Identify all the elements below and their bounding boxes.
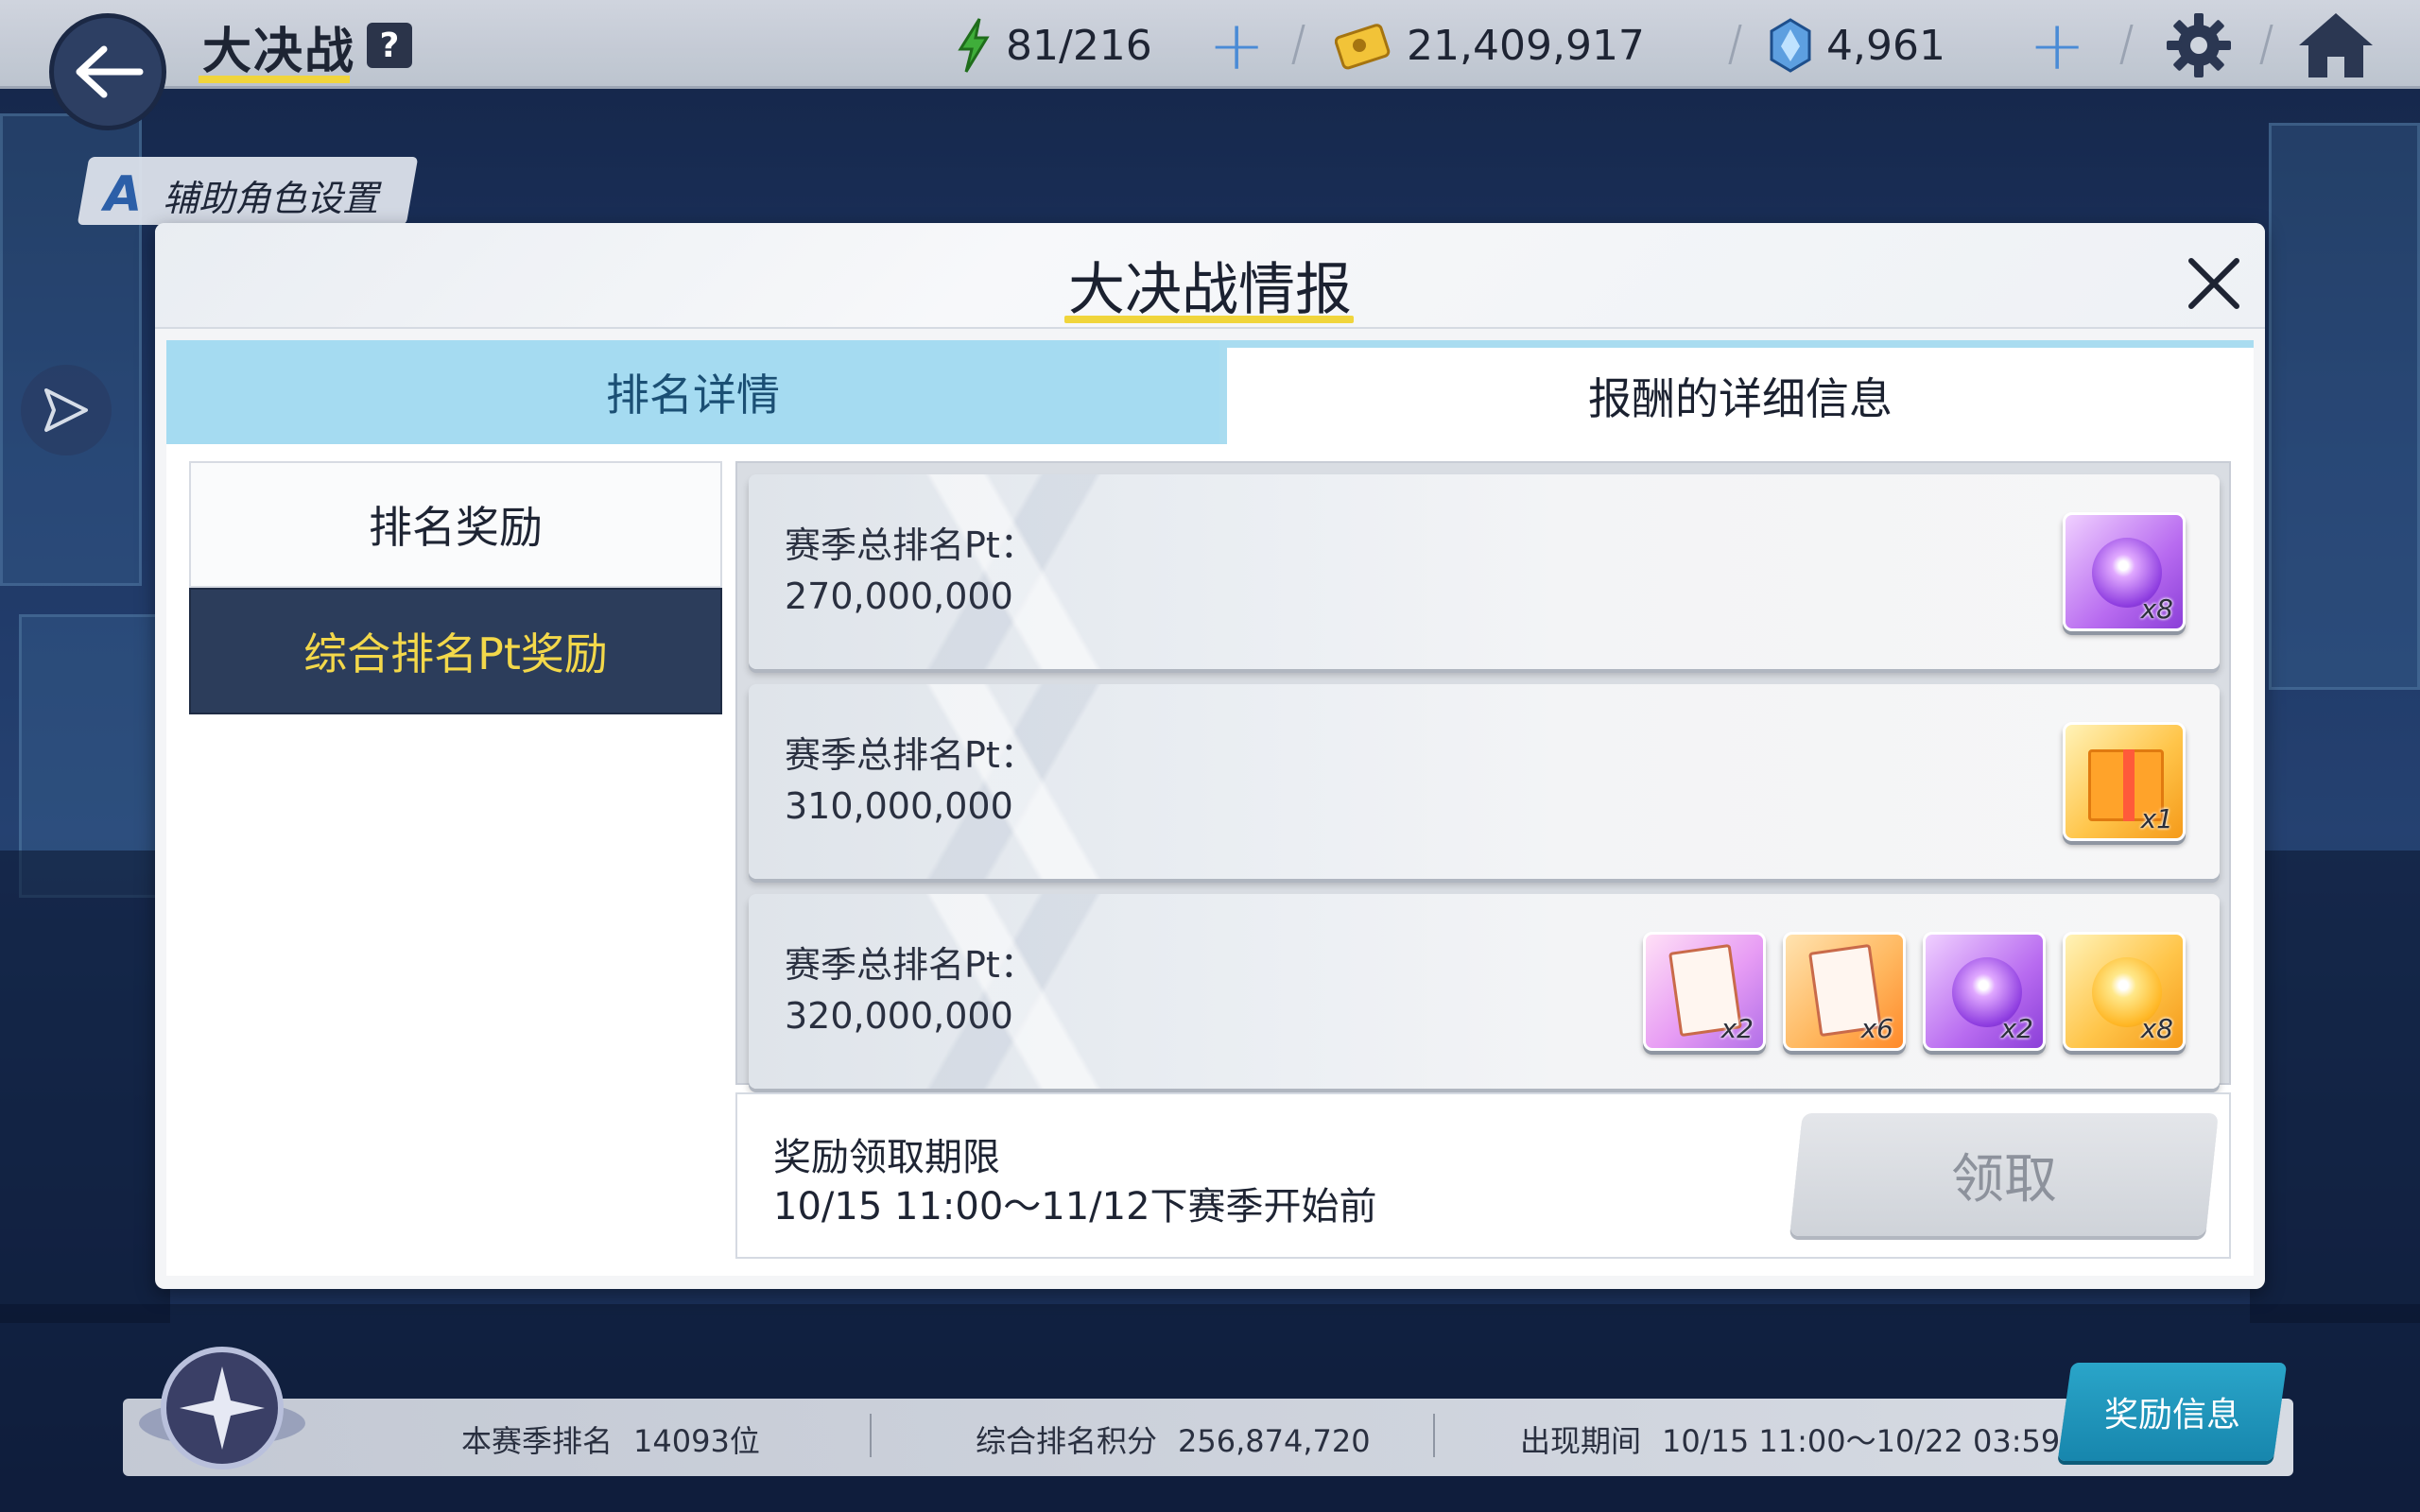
stamina-display: 81/216 [955,17,1152,74]
event-period-label: 出现期间 [1520,1423,1642,1459]
reward-row: 赛季总排名Pt： 310,000,000 x1 [749,684,2220,879]
season-rank-label: 本赛季排名 [461,1423,614,1459]
credits-value: 21,409,917 [1407,21,1645,70]
gems-display: 4,961 [1768,17,1945,74]
item-quantity: x8 [2140,593,2173,625]
reward-threshold: 赛季总排名Pt： 320,000,000 [785,939,1036,1041]
support-a-icon: A [104,166,143,223]
reward-items: x2 x6 x2 x8 [1643,932,2186,1051]
lightning-icon [958,18,990,73]
help-icon[interactable]: ? [367,23,412,68]
purple-orb-icon[interactable]: x2 [1923,932,2046,1051]
support-character-tab-content[interactable]: A 辅助角色设置 [104,166,378,223]
claim-button[interactable]: 领取 [1789,1113,2219,1236]
tab-reward-details[interactable]: 报酬的详细信息 [1227,348,2254,444]
back-button[interactable] [49,13,166,130]
reward-threshold: 赛季总排名Pt： 270,000,000 [785,520,1036,622]
item-quantity: x2 [1720,1013,1754,1044]
modal-title: 大决战情报 [1068,257,1352,323]
reward-list[interactable]: 赛季总排名Pt： 270,000,000 x8 赛季总排名Pt： 310,000… [735,461,2231,1089]
item-quantity: x2 [2000,1013,2033,1044]
paper-plane-icon [44,388,88,432]
modal-content: 排名奖励 综合排名Pt奖励 赛季总排名Pt： 270,000,000 x8 赛季… [166,444,2254,1276]
orange-report-icon[interactable]: x6 [1783,932,1906,1051]
menu-item-total-pt-reward[interactable]: 综合排名Pt奖励 [189,588,722,714]
gems-plus-button[interactable]: + [2029,11,2085,79]
item-quantity: x8 [2140,1013,2173,1044]
stamina-plus-button[interactable]: + [1208,11,1265,79]
modal-header: 大决战情报 [155,223,2265,329]
reward-items: x1 [2063,722,2186,841]
total-points-label: 综合排名积分 [976,1423,1158,1459]
page-title: 大决战 [202,24,356,80]
side-send-button[interactable] [21,365,112,455]
reward-threshold-label: 赛季总排名Pt： [785,734,1036,776]
gift-box-icon[interactable]: x1 [2063,722,2186,841]
event-period-value: 10/15 11:00～10/22 03:59 [1662,1423,2061,1459]
claim-deadline-period: 10/15 11:00～11/12下赛季开始前 [773,1185,1377,1228]
reward-threshold-label: 赛季总排名Pt： [785,944,1036,986]
season-rank-value: 14093位 [633,1423,760,1459]
reward-threshold: 赛季总排名Pt： 310,000,000 [785,730,1036,832]
reward-category-menu: 排名奖励 综合排名Pt奖励 [189,461,722,714]
gem-crystal-icon [1770,18,1811,73]
battle-info-modal: 大决战情报 排名详情 报酬的详细信息 排名奖励 综合排名Pt奖励 赛季总排名Pt… [155,223,2265,1289]
support-character-label: 辅助角色设置 [163,177,379,219]
reward-threshold-value: 270,000,000 [785,576,1013,617]
menu-item-ranking-reward[interactable]: 排名奖励 [189,461,722,588]
claim-section: 奖励领取期限 10/15 11:00～11/12下赛季开始前 领取 [735,1092,2231,1259]
back-arrow-icon [76,45,144,98]
event-period: 出现期间 10/15 11:00～10/22 03:59 [1520,1418,2060,1461]
separator [870,1414,872,1457]
modal-tabs: 排名详情 报酬的详细信息 [166,340,2254,444]
credit-card-icon [1335,24,1391,70]
reward-info-button[interactable]: 奖励信息 [2057,1363,2288,1461]
home-icon[interactable] [2297,9,2375,81]
item-quantity: x6 [1860,1013,1893,1044]
pink-report-icon[interactable]: x2 [1643,932,1766,1051]
reward-threshold-value: 310,000,000 [785,785,1013,827]
credits-display: 21,409,917 [1335,17,1645,74]
reward-row: 赛季总排名Pt： 320,000,000 x2 x6 x2 x8 [749,894,2220,1089]
reward-info-label: 奖励信息 [2103,1396,2240,1435]
close-icon [2188,258,2239,309]
reward-threshold-value: 320,000,000 [785,995,1013,1037]
stamina-value: 81/216 [1006,21,1152,70]
total-points-value: 256,874,720 [1178,1423,1371,1459]
reward-items: x8 [2063,512,2186,631]
item-quantity: x1 [2140,803,2173,834]
gems-value: 4,961 [1826,21,1945,70]
gold-orb-icon[interactable]: x8 [2063,932,2186,1051]
reward-threshold-label: 赛季总排名Pt： [785,524,1036,566]
modal-title-underline [1064,316,1354,323]
close-button[interactable] [2174,244,2254,323]
season-rank: 本赛季排名 14093位 [461,1418,760,1461]
claim-deadline-label: 奖励领取期限 [773,1136,1000,1179]
tab-ranking-details[interactable]: 排名详情 [166,340,1219,444]
purple-orb-icon[interactable]: x8 [2063,512,2186,631]
total-points: 综合排名积分 256,874,720 [976,1418,1371,1461]
claim-button-label: 领取 [1951,1148,2057,1211]
reward-row: 赛季总排名Pt： 270,000,000 x8 [749,474,2220,669]
separator [1433,1414,1435,1457]
title-underline [199,76,350,83]
gear-icon[interactable] [2165,11,2233,79]
season-emblem-icon [139,1347,305,1469]
